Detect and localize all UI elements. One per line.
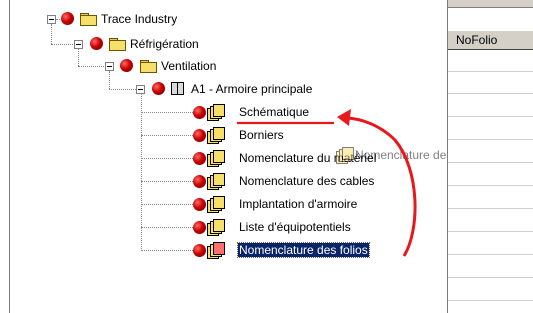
status-ball-icon: [193, 106, 206, 119]
tree-node-refrigeration[interactable]: Réfrigération: [129, 34, 200, 54]
collapse-toggle[interactable]: [47, 15, 56, 24]
tree-node-label: Réfrigération: [130, 37, 199, 51]
document-stack-icon: [207, 196, 225, 213]
tree-item-schematique[interactable]: Schématique: [238, 102, 310, 122]
tree-node-armoire[interactable]: A1 - Armoire principale: [190, 79, 313, 99]
tree-connector: [141, 204, 195, 205]
tree-item-label: Implantation d'armoire: [239, 197, 358, 211]
tree-connector: [56, 19, 60, 20]
status-ball-icon: [152, 82, 165, 95]
grid-top-strip: [448, 0, 533, 8]
status-ball-icon: [90, 37, 103, 50]
status-ball-icon: [193, 129, 206, 142]
tree-item-nomenclature-folios[interactable]: Nomenclature des folios: [237, 240, 370, 260]
grid-row-line: [448, 162, 533, 163]
document-stack-icon: [207, 127, 225, 144]
grid-row-line: [448, 300, 533, 301]
tree-left-border: [9, 0, 10, 313]
tree-connector: [78, 66, 104, 67]
status-ball-icon: [193, 198, 206, 211]
grid-row-line: [448, 185, 533, 186]
document-stack-icon: [207, 104, 225, 121]
tree-node-label: Ventilation: [161, 59, 217, 73]
tree-item-label: Nomenclature des cables: [239, 174, 375, 188]
column-header-label: NoFolio: [456, 33, 498, 47]
tree-connector: [141, 112, 195, 113]
status-ball-icon: [61, 12, 74, 25]
tree-node-ventilation[interactable]: Ventilation: [160, 56, 217, 76]
document-stack-red-icon: [207, 242, 225, 259]
grid-row-line: [448, 231, 533, 232]
grid-row-line: [448, 71, 533, 72]
document-stack-icon: [207, 173, 225, 190]
status-ball-icon: [193, 244, 206, 257]
status-ball-icon: [193, 175, 206, 188]
tree-node-root[interactable]: Trace Industry: [100, 9, 178, 29]
collapse-toggle[interactable]: [136, 85, 145, 94]
tree-connector: [109, 89, 136, 90]
cabinet-icon: [171, 82, 184, 95]
tree-item-equipotentiels[interactable]: Liste d'équipotentiels: [238, 217, 352, 237]
tree-node-label: Trace Industry: [101, 12, 178, 26]
tree-connector: [109, 71, 110, 89]
grid-row-line: [448, 208, 533, 209]
tree-item-label: Schématique: [239, 105, 310, 119]
folio-grid[interactable]: NoFolio: [447, 0, 533, 313]
tree-connector: [51, 44, 73, 45]
grid-row-line: [448, 277, 533, 278]
collapse-toggle[interactable]: [74, 40, 83, 49]
document-stack-icon: [207, 150, 225, 167]
tree-item-implantation[interactable]: Implantation d'armoire: [238, 194, 358, 214]
tree-connector: [141, 181, 195, 182]
grid-row-line: [448, 139, 533, 140]
status-ball-icon: [120, 59, 133, 72]
folder-icon: [109, 38, 126, 51]
document-stack-icon: [336, 147, 354, 164]
tree-item-label: Nomenclature des folios: [237, 242, 370, 258]
folder-icon: [80, 13, 97, 26]
status-ball-icon: [193, 221, 206, 234]
status-ball-icon: [193, 152, 206, 165]
tree-connector: [141, 250, 195, 251]
folder-icon: [140, 60, 157, 73]
tree-connector: [141, 135, 195, 136]
tree-item-nomenclature-cables[interactable]: Nomenclature des cables: [238, 171, 375, 191]
tree-connector: [141, 227, 195, 228]
tree-node-label: A1 - Armoire principale: [191, 82, 313, 96]
grid-row-line: [448, 116, 533, 117]
collapse-toggle[interactable]: [105, 62, 114, 71]
tree-connector: [78, 49, 79, 66]
grid-row-line: [448, 93, 533, 94]
grid-row-line: [448, 254, 533, 255]
tree-connector: [141, 158, 195, 159]
document-stack-icon: [207, 219, 225, 236]
arrow-head-icon: [337, 109, 351, 126]
tree-item-label: Liste d'équipotentiels: [239, 220, 351, 234]
column-header-nofolio[interactable]: NoFolio: [448, 30, 533, 50]
tree-item-label: Borniers: [239, 128, 284, 142]
tree-connector: [51, 24, 52, 44]
tree-item-borniers[interactable]: Borniers: [238, 125, 285, 145]
